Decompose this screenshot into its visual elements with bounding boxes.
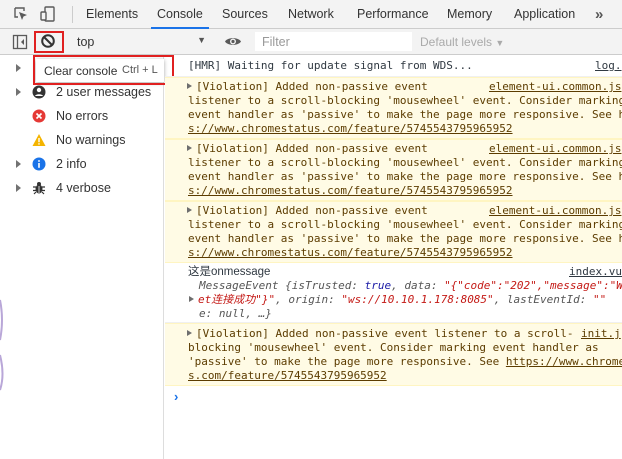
- sidebar-item-info[interactable]: 2 info: [0, 153, 164, 177]
- sidebar-item-label: 4 verbose: [56, 181, 111, 195]
- error-icon: [32, 109, 46, 123]
- message-line: [Violation] Added non-passive event: [187, 142, 434, 156]
- tab-network[interactable]: Network: [288, 0, 334, 29]
- message-line: [Violation] Added non-passive event: [187, 80, 434, 94]
- expand-triangle-icon[interactable]: [187, 330, 192, 336]
- message-source-link[interactable]: element-ui.common.js: [489, 80, 621, 94]
- message-line: listener to a scroll-blocking 'mousewhee…: [188, 156, 622, 169]
- message-line: [Violation] Added non-passive event list…: [187, 327, 574, 341]
- devtools-tab-bar: Elements Console Sources Network Perform…: [0, 0, 622, 29]
- message-source-link[interactable]: index.vu: [569, 265, 622, 279]
- highlight-clear-button: [34, 31, 64, 53]
- event-object-line: MessageEvent {isTrusted: true, data: "{"…: [199, 279, 622, 292]
- sidebar-item-label: No errors: [56, 109, 109, 123]
- message-line: blocking 'mousewheel' event. Consider ma…: [188, 341, 599, 354]
- more-tabs-icon[interactable]: »: [595, 0, 603, 29]
- message-line: 'passive' to make the page more responsi…: [188, 355, 622, 369]
- console-prompt-icon[interactable]: ›: [174, 389, 178, 404]
- message-source-link[interactable]: element-ui.common.js: [489, 142, 621, 156]
- context-selector[interactable]: top ▼: [70, 32, 211, 51]
- inspect-element-icon[interactable]: [13, 6, 29, 22]
- filter-input[interactable]: [256, 33, 407, 50]
- event-object-line[interactable]: et连接成功"}", origin: "ws://10.10.1.178:808…: [189, 293, 606, 307]
- expand-triangle-icon[interactable]: [187, 145, 192, 151]
- levels-arrow-icon: ▼: [495, 38, 505, 48]
- filter-field[interactable]: [255, 32, 412, 51]
- console-output: [HMR] Waiting for update signal from WDS…: [165, 55, 622, 459]
- tab-memory[interactable]: Memory: [447, 0, 492, 29]
- message-link[interactable]: s://www.chromestatus.com/feature/5745543…: [188, 122, 513, 136]
- console-toolbar: top ▼ Default levels ▼: [0, 29, 622, 55]
- log-levels-label: Default levels: [420, 35, 493, 49]
- expand-triangle-icon[interactable]: [189, 296, 194, 302]
- tab-elements[interactable]: Elements: [86, 0, 138, 29]
- message-link[interactable]: https://www.chrome: [506, 355, 622, 368]
- message-line: event handler as 'passive' to make the p…: [188, 232, 622, 245]
- log-levels-dropdown[interactable]: Default levels ▼: [420, 35, 504, 49]
- context-label: top: [77, 35, 95, 49]
- message-line: listener to a scroll-blocking 'mousewhee…: [188, 94, 622, 107]
- event-object-line: e: null, …}: [199, 307, 272, 320]
- tab-console[interactable]: Console: [151, 0, 209, 29]
- message-line: [Violation] Added non-passive event: [187, 204, 434, 218]
- decorative-edge: [0, 299, 4, 391]
- expand-triangle-icon[interactable]: [187, 207, 192, 213]
- console-warning-violation: [Violation] Added non-passive event elem…: [165, 77, 622, 139]
- warning-icon: [32, 134, 46, 146]
- tab-separator: [72, 6, 73, 23]
- live-expression-eye-icon[interactable]: [224, 35, 242, 48]
- console-warning-violation-last: [Violation] Added non-passive event list…: [165, 323, 622, 386]
- console-warning-violation: [Violation] Added non-passive event elem…: [165, 139, 622, 201]
- message-link[interactable]: s.com/feature/5745543795965952: [188, 369, 387, 383]
- message-source-link[interactable]: element-ui.common.js: [489, 204, 621, 218]
- expand-triangle-icon[interactable]: [187, 83, 192, 89]
- sidebar-item-errors[interactable]: No errors: [0, 105, 164, 129]
- expand-triangle-icon: [16, 184, 21, 192]
- console-message-hmr: [HMR] Waiting for update signal from WDS…: [165, 55, 622, 77]
- tab-performance[interactable]: Performance: [357, 0, 429, 29]
- message-link[interactable]: s://www.chromestatus.com/feature/5745543…: [188, 246, 513, 260]
- info-icon: [32, 157, 46, 171]
- dropdown-arrow-icon: ▼: [197, 35, 206, 45]
- bug-icon: [33, 182, 45, 195]
- console-sidebar: 2 user messages No errors No warnings 2 …: [0, 55, 164, 459]
- expand-triangle-icon: [16, 88, 21, 96]
- expand-triangle-icon: [16, 64, 21, 72]
- tab-application[interactable]: Application: [514, 0, 575, 29]
- sidebar-item-warnings[interactable]: No warnings: [0, 129, 164, 153]
- message-line: event handler as 'passive' to make the p…: [188, 108, 622, 121]
- device-toolbar-icon[interactable]: [40, 6, 56, 22]
- sidebar-item-label: 2 info: [56, 157, 87, 171]
- message-source-link[interactable]: init.j: [581, 327, 621, 341]
- message-text: [HMR] Waiting for update signal from WDS…: [188, 59, 473, 72]
- sidebar-item-label: 2 user messages: [56, 85, 152, 99]
- message-source-link[interactable]: log.: [595, 59, 622, 73]
- sidebar-toggle-icon[interactable]: [12, 34, 28, 50]
- message-line: listener to a scroll-blocking 'mousewhee…: [188, 218, 622, 231]
- expand-triangle-icon: [16, 160, 21, 168]
- sidebar-item-verbose[interactable]: 4 verbose: [0, 177, 164, 201]
- message-line: event handler as 'passive' to make the p…: [188, 170, 622, 183]
- tab-sources[interactable]: Sources: [222, 0, 268, 29]
- console-message-onmessage: 这是onmessage index.vu MessageEvent {isTru…: [165, 263, 622, 323]
- highlight-tooltip: [33, 55, 174, 85]
- message-link[interactable]: s://www.chromestatus.com/feature/5745543…: [188, 184, 513, 198]
- user-icon: [32, 85, 46, 99]
- message-text: 这是onmessage: [188, 266, 271, 278]
- sidebar-item-label: No warnings: [56, 133, 126, 147]
- console-warning-violation: [Violation] Added non-passive event elem…: [165, 201, 622, 263]
